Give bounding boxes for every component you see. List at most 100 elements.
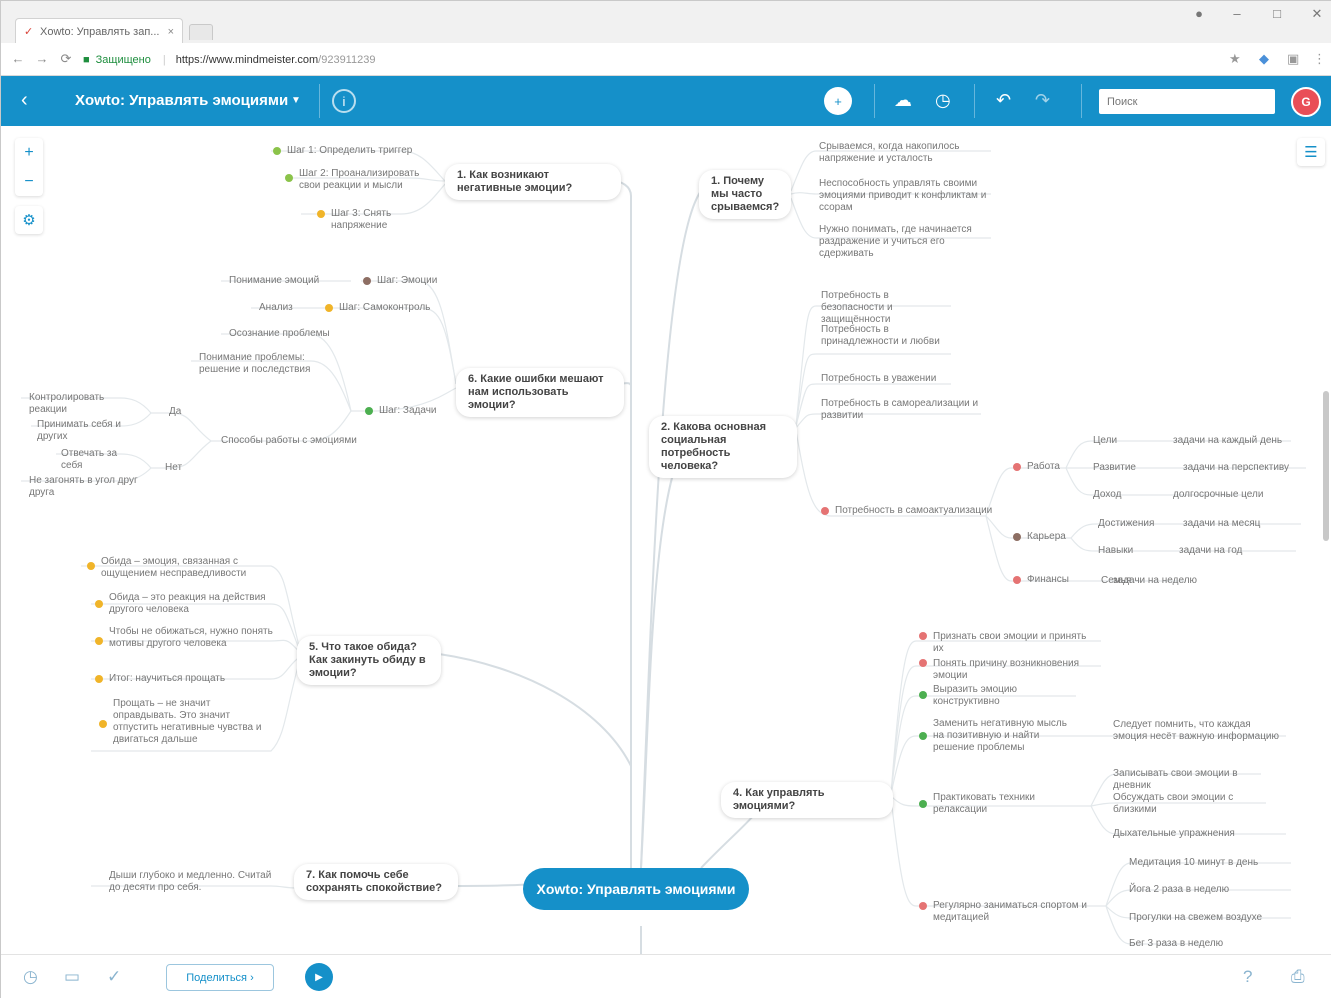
redo-icon[interactable]: ↷ <box>1035 90 1050 111</box>
add-node-button[interactable]: + <box>824 87 852 115</box>
maximize-icon[interactable]: □ <box>1267 6 1287 21</box>
extension-icon[interactable]: ◆ <box>1259 51 1269 67</box>
child-node[interactable]: Обида – эмоция, связанная с ощущением не… <box>101 556 276 580</box>
map-settings-icon[interactable]: ⚙ <box>15 206 43 234</box>
child-node[interactable]: Чтобы не обижаться, нужно понять мотивы … <box>109 626 274 650</box>
child-node[interactable]: Цели <box>1093 435 1117 447</box>
browser-tab[interactable]: ✓ Xowto: Управлять зап... × <box>15 18 183 44</box>
child-node[interactable]: Контролировать реакции <box>29 392 139 416</box>
zoom-out-icon[interactable]: − <box>15 167 43 196</box>
child-node[interactable]: Бег 3 раза в неделю <box>1129 938 1239 950</box>
child-node[interactable]: Заменить негативную мысль на позитивную … <box>933 718 1078 754</box>
branch-node[interactable]: 5. Что такое обида? Как закинуть обиду в… <box>297 636 441 685</box>
child-node[interactable]: Итог: научиться прощать <box>109 673 274 685</box>
branch-node[interactable]: 7. Как помочь себе сохранять спокойствие… <box>294 864 458 900</box>
child-node[interactable]: Развитие <box>1093 462 1136 474</box>
child-node[interactable]: Достижения <box>1098 518 1154 530</box>
map-title[interactable]: Xowto: Управлять эмоциями <box>75 92 288 109</box>
check-icon[interactable]: ✓ <box>107 967 121 987</box>
branch-node[interactable]: 1. Как возникают негативные эмоции? <box>445 164 621 200</box>
child-node[interactable]: Принимать себя и других <box>37 419 147 443</box>
child-node[interactable]: Прощать – не значит оправдывать. Это зна… <box>113 698 273 746</box>
child-node[interactable]: Шаг: Эмоции <box>377 275 437 287</box>
child-node[interactable]: Обсуждать свои эмоции с близкими <box>1113 792 1263 816</box>
child-node[interactable]: Выразить эмоцию конструктивно <box>933 684 1073 708</box>
history-icon[interactable]: ◷ <box>23 967 38 987</box>
child-node[interactable]: Осознание проблемы <box>229 328 330 340</box>
close-window-icon[interactable]: ✕ <box>1307 6 1327 22</box>
back-nav-icon[interactable]: ← <box>9 51 27 66</box>
help-icon[interactable]: ? <box>1243 967 1252 987</box>
canvas-scrollbar[interactable] <box>1323 391 1329 541</box>
child-node[interactable]: Дыхательные упражнения <box>1113 828 1283 840</box>
play-icon[interactable]: ▶ <box>305 963 333 991</box>
chevron-down-icon[interactable]: ▼ <box>291 95 301 106</box>
back-arrow-icon[interactable]: ‹ <box>21 89 28 112</box>
child-node[interactable]: Признать свои эмоции и принять их <box>933 631 1098 655</box>
bookmark-star-icon[interactable]: ★ <box>1229 51 1241 67</box>
child-node[interactable]: Потребность в принадлежности и любви <box>821 324 951 348</box>
child-node[interactable]: Шаг 3: Снять напряжение <box>331 208 441 232</box>
child-node[interactable]: Отвечать за себя <box>61 448 141 472</box>
child-node[interactable]: Да <box>169 406 181 418</box>
branch-node[interactable]: 6. Какие ошибки мешают нам использовать … <box>456 368 624 417</box>
branch-node[interactable]: 1. Почему мы часто срываемся? <box>699 170 791 219</box>
zoom-in-icon[interactable]: + <box>15 138 43 167</box>
share-button[interactable]: Поделиться › <box>166 964 274 991</box>
child-node[interactable]: Потребность в уважении <box>821 373 951 385</box>
avatar[interactable]: G <box>1291 87 1321 117</box>
child-node[interactable]: Нужно понимать, где начинается раздражен… <box>819 224 989 260</box>
child-node[interactable]: Понимание эмоций <box>229 275 319 287</box>
present-icon[interactable]: ▭ <box>64 967 80 987</box>
forward-nav-icon[interactable]: → <box>33 51 51 66</box>
reload-icon[interactable]: ⟳ <box>57 51 75 67</box>
child-node[interactable]: Следует помнить, что каждая эмоция несёт… <box>1113 719 1283 743</box>
child-node[interactable]: Срываемся, когда накопилось напряжение и… <box>819 141 989 165</box>
root-node[interactable]: Xowto: Управлять эмоциями <box>523 868 749 910</box>
new-tab-button[interactable] <box>189 24 213 40</box>
branch-node[interactable]: 4. Как управлять эмоциями? <box>721 782 893 818</box>
child-node[interactable]: Дыши глубоко и медленно. Считай до десят… <box>109 870 274 894</box>
child-node[interactable]: Обида – это реакция на действия другого … <box>109 592 274 616</box>
child-node[interactable]: задачи на год <box>1179 545 1242 557</box>
child-node[interactable]: задачи на неделю <box>1113 575 1197 587</box>
child-node[interactable]: Шаг: Самоконтроль <box>339 302 430 314</box>
browser-menu-icon[interactable]: ⋮ <box>1313 51 1326 67</box>
child-node[interactable]: Шаг 2: Проанализировать свои реакции и м… <box>299 168 429 192</box>
search-input[interactable] <box>1099 89 1275 114</box>
child-node[interactable]: Практиковать техники релаксации <box>933 792 1083 816</box>
child-node[interactable]: Способы работы с эмоциями <box>221 435 357 447</box>
child-node[interactable]: Анализ <box>259 302 293 314</box>
child-node[interactable]: Шаг 1: Определить триггер <box>287 145 437 157</box>
url-field[interactable]: ■ Защищено | https://www.mindmeister.com… <box>83 49 1251 71</box>
outline-view-icon[interactable]: ☰ <box>1297 138 1325 166</box>
branch-node[interactable]: 2. Какова основная социальная потребност… <box>649 416 797 478</box>
child-node[interactable]: задачи на месяц <box>1183 518 1260 530</box>
child-node[interactable]: Неспособность управлять своими эмоциями … <box>819 178 989 214</box>
child-node[interactable]: Регулярно заниматься спортом и медитацие… <box>933 900 1098 924</box>
info-icon[interactable]: i <box>332 89 356 113</box>
child-node[interactable]: Потребность в самореализации и развитии <box>821 398 981 422</box>
minimize-icon[interactable]: – <box>1227 6 1247 21</box>
child-node[interactable]: задачи на перспективу <box>1183 462 1289 474</box>
child-node[interactable]: Не загонять в угол друг друга <box>29 475 139 499</box>
child-node[interactable]: Понимание проблемы: решение и последстви… <box>199 352 339 376</box>
child-node[interactable]: задачи на каждый день <box>1173 435 1282 447</box>
child-node[interactable]: Медитация 10 минут в день <box>1129 857 1289 869</box>
child-node[interactable]: Доход <box>1093 489 1121 501</box>
child-node[interactable]: Понять причину возникновения эмоции <box>933 658 1098 682</box>
print-icon[interactable]: ⎙ <box>1291 967 1305 987</box>
undo-icon[interactable]: ↶ <box>996 90 1011 111</box>
child-node[interactable]: Записывать свои эмоции в дневник <box>1113 768 1258 792</box>
child-node[interactable]: Навыки <box>1098 545 1133 557</box>
child-node[interactable]: долгосрочные цели <box>1173 489 1263 501</box>
profile-icon[interactable]: ● <box>1189 6 1209 21</box>
tab-close-icon[interactable]: × <box>168 26 174 38</box>
mindmap-canvas[interactable]: + − ⚙ ☰ 1. Как возникают негативные эмоц… <box>1 126 1331 954</box>
cloud-icon[interactable]: ☁ <box>894 90 912 111</box>
child-node[interactable]: Нет <box>165 462 182 474</box>
child-node[interactable]: Йога 2 раза в неделю <box>1129 884 1289 896</box>
child-node[interactable]: Потребность в самоактуализации <box>835 505 992 517</box>
child-node[interactable]: Работа <box>1027 461 1060 473</box>
child-node[interactable]: Потребность в безопасности и защищённост… <box>821 290 951 326</box>
